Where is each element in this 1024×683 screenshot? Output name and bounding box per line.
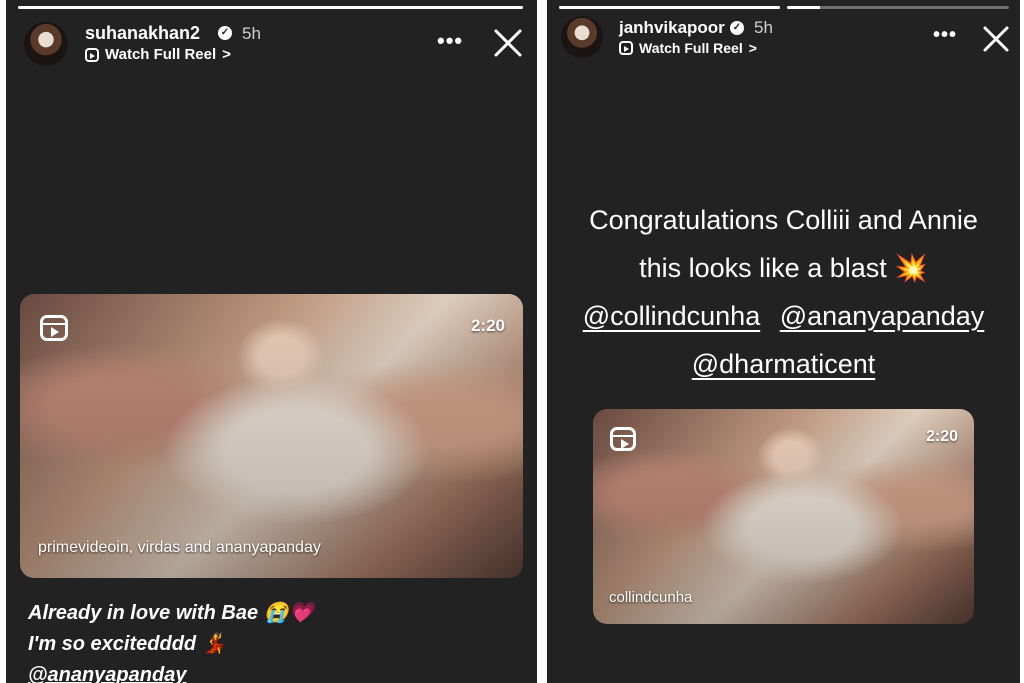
- video-duration: 2:20: [470, 316, 505, 335]
- story-progress-bar: [787, 6, 1009, 9]
- more-options-icon[interactable]: •••: [437, 28, 463, 54]
- reel-icon: [619, 41, 633, 55]
- story-text: Already in love with Bae 😭💗 I'm so excit…: [28, 598, 313, 683]
- reel-video-preview[interactable]: 2:20 collindcunha: [593, 409, 974, 624]
- mention-link[interactable]: @collindcunha: [583, 301, 761, 331]
- mention-link[interactable]: @dharmaticent: [692, 349, 876, 379]
- story-text-line: I'm so excitedddd 💃: [28, 633, 227, 655]
- story-progress-fill: [787, 6, 821, 9]
- story-progress-fill: [18, 6, 523, 9]
- story-text-line: Already in love with Bae 😭💗: [28, 602, 314, 624]
- watch-full-reel-label: Watch Full Reel: [639, 40, 743, 56]
- video-duration: 2:20: [925, 428, 958, 445]
- video-caption: collindcunha: [609, 589, 693, 606]
- close-icon[interactable]: [493, 28, 523, 58]
- watch-full-reel-label: Watch Full Reel: [105, 46, 217, 63]
- watch-full-reel-link[interactable]: Watch Full Reel >: [619, 40, 757, 56]
- story-panel-suhanakhan2[interactable]: suhanakhan2 ✓ 5h Watch Full Reel > ••• 2…: [6, 0, 537, 683]
- reel-video-preview[interactable]: 2:20 primevideoin, virdas and ananyapand…: [20, 294, 523, 578]
- verified-icon: ✓: [218, 26, 232, 40]
- reel-icon: [85, 47, 99, 62]
- avatar[interactable]: [24, 22, 68, 66]
- verified-icon: ✓: [730, 21, 744, 35]
- mention-link[interactable]: @ananyapanday: [28, 660, 313, 683]
- close-icon[interactable]: [982, 25, 1010, 53]
- story-progress-bar: [18, 6, 523, 9]
- reels-icon: [610, 427, 636, 451]
- story-text-line: this looks like a blast 💥: [639, 253, 928, 283]
- story-text: Congratulations Colliii and Annie this l…: [547, 196, 1020, 388]
- more-options-icon[interactable]: •••: [933, 24, 957, 47]
- story-progress-bar-previous: [559, 6, 780, 9]
- reels-icon: [40, 315, 68, 341]
- chevron-right-icon: >: [748, 40, 757, 56]
- watch-full-reel-link[interactable]: Watch Full Reel >: [85, 46, 231, 63]
- avatar[interactable]: [561, 16, 603, 58]
- mention-link[interactable]: @ananyapanday: [780, 301, 985, 331]
- username[interactable]: suhanakhan2: [85, 23, 200, 44]
- username[interactable]: janhvikapoor: [619, 18, 725, 38]
- story-text-line: Congratulations Colliii and Annie: [589, 205, 978, 235]
- video-caption: primevideoin, virdas and ananyapanday: [38, 539, 321, 556]
- story-panel-janhvikapoor[interactable]: janhvikapoor ✓ 5h Watch Full Reel > ••• …: [547, 0, 1020, 683]
- chevron-right-icon: >: [222, 46, 231, 63]
- post-time: 5h: [754, 18, 773, 37]
- post-time: 5h: [242, 24, 261, 43]
